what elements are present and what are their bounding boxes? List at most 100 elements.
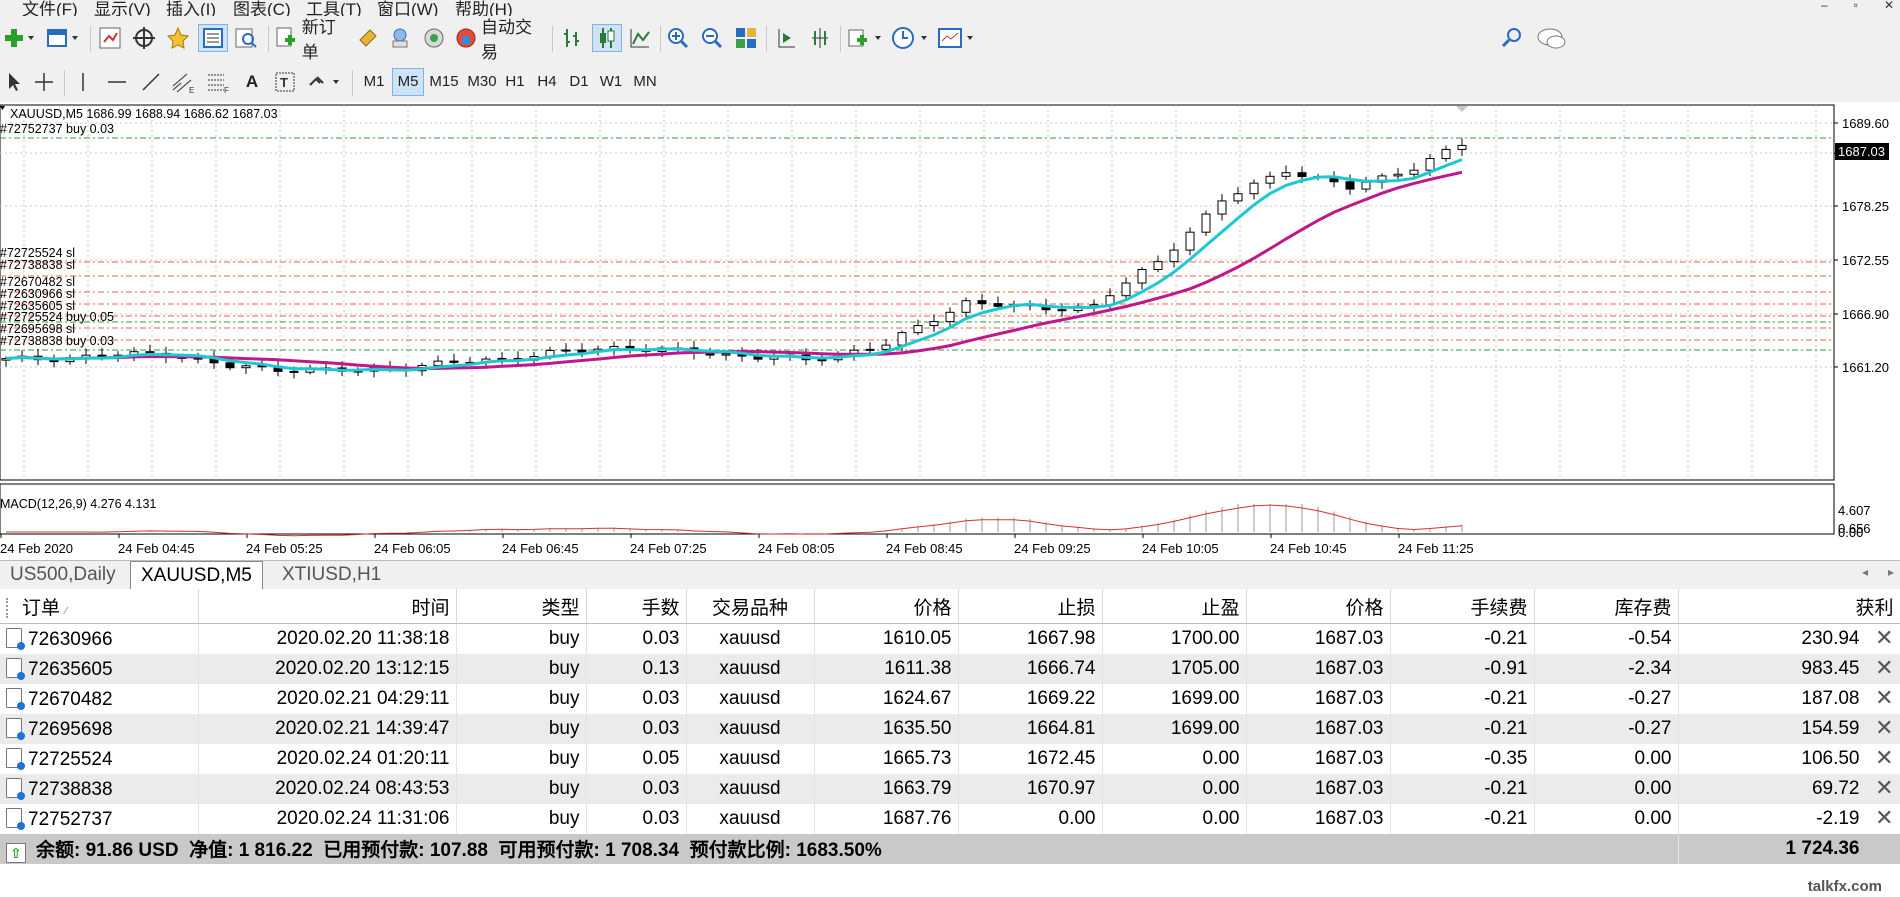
cell-swap: -0.54 (1534, 623, 1679, 654)
equidistant-channel-button[interactable]: E (170, 68, 198, 96)
strategy-tester-button[interactable] (232, 24, 260, 52)
timeframe-d1[interactable]: D1 (564, 68, 594, 96)
vertical-line-button[interactable] (72, 68, 94, 96)
tab-us500-daily[interactable]: US500,Daily (0, 561, 126, 589)
search-button[interactable] (1498, 24, 1526, 52)
data-window-button[interactable] (130, 24, 158, 52)
col-sl[interactable]: 止损 (958, 589, 1103, 624)
table-row[interactable]: 72630966 2020.02.20 11:38:18 buy 0.03 xauusd… (0, 623, 1900, 654)
close-position-icon[interactable]: ✕ (1875, 747, 1893, 769)
templates-button[interactable] (936, 24, 978, 52)
close-position-icon[interactable]: ✕ (1875, 657, 1893, 679)
profiles-button[interactable] (44, 24, 82, 52)
menu-view[interactable]: 显示(V) (94, 0, 151, 16)
periods-button[interactable] (890, 24, 932, 52)
price-chart[interactable]: #72725524 sl#72738838 sl#72670482 sl#726… (0, 102, 1900, 560)
crosshair-button[interactable] (32, 68, 56, 96)
autoscroll-button[interactable] (772, 24, 800, 52)
zoom-in-button[interactable] (664, 24, 692, 52)
scroll-right-icon[interactable]: ▸ (1888, 565, 1894, 579)
timeframe-m5[interactable]: M5 (392, 68, 424, 96)
table-row[interactable]: 72752737 2020.02.24 11:31:06 buy 0.03 xauusd… (0, 804, 1900, 834)
col-swap[interactable]: 库存费 (1534, 589, 1679, 624)
col-symbol[interactable]: 交易品种 (686, 589, 815, 624)
horizontal-line-button[interactable] (104, 68, 130, 96)
close-icon[interactable]: ✕ (1884, 0, 1894, 12)
menu-file[interactable]: 文件(F) (22, 0, 78, 16)
metaeditor-button[interactable] (354, 24, 382, 52)
indicators-button[interactable] (846, 24, 886, 52)
text-button[interactable]: A (240, 68, 264, 96)
candlestick-button[interactable] (592, 24, 622, 52)
table-row[interactable]: 72670482 2020.02.21 04:29:11 buy 0.03 xauusd… (0, 684, 1900, 714)
chat-button[interactable] (1534, 24, 1568, 52)
signals-button[interactable] (386, 24, 414, 52)
timeframe-m30[interactable]: M30 (464, 68, 500, 96)
cell-time: 2020.02.21 14:39:47 (198, 714, 457, 744)
col-tp[interactable]: 止盈 (1102, 589, 1247, 624)
new-chart-button[interactable] (2, 24, 38, 52)
close-position-icon[interactable]: ✕ (1875, 777, 1893, 799)
market-watch-button[interactable] (96, 24, 124, 52)
timeframe-h1[interactable]: H1 (500, 68, 530, 96)
tile-windows-button[interactable] (732, 24, 760, 52)
timeframe-m15[interactable]: M15 (426, 68, 462, 96)
bar-chart-button[interactable] (558, 24, 586, 52)
close-position-icon[interactable]: ✕ (1875, 807, 1893, 829)
profit-value: 187.08 (1801, 688, 1860, 709)
order-icon (6, 657, 25, 680)
table-row[interactable]: 72635605 2020.02.20 13:12:15 buy 0.13 xauusd… (0, 654, 1900, 684)
sort-icon: ⁄ (65, 605, 67, 617)
arrows-button[interactable] (306, 68, 346, 96)
close-position-icon[interactable]: ✕ (1875, 717, 1893, 739)
table-row[interactable]: 72725524 2020.02.24 01:20:11 buy 0.05 xauusd… (0, 744, 1900, 774)
line-chart-button[interactable] (626, 24, 654, 52)
timeframe-mn[interactable]: MN (628, 68, 662, 96)
timeframe-w1[interactable]: W1 (596, 68, 626, 96)
timeframe-m1[interactable]: M1 (358, 68, 390, 96)
navigator-button[interactable] (164, 24, 192, 52)
standard-toolbar: 新订单 自动交易 (0, 16, 1900, 62)
col-type[interactable]: 类型 (456, 589, 587, 624)
vps-button[interactable] (420, 24, 448, 52)
text-label-button[interactable]: T (272, 68, 298, 96)
col-time[interactable]: 时间 (198, 589, 457, 624)
order-level-label: #72738838 buy 0.03 (0, 334, 114, 348)
chart-window[interactable]: #72725524 sl #72738838 sl #72670482 sl #726… (0, 102, 1900, 560)
menu-charts[interactable]: 图表(C) (233, 0, 291, 16)
cell-type: buy (456, 804, 587, 834)
close-position-icon[interactable]: ✕ (1875, 627, 1893, 649)
cursor-button[interactable] (2, 68, 26, 96)
timeframe-h4[interactable]: H4 (532, 68, 562, 96)
tab-xtiusd-h1[interactable]: XTIUSD,H1 (272, 561, 391, 589)
cell-price: 1687.03 (1246, 684, 1391, 714)
col-profit[interactable]: 获利 (1678, 589, 1900, 624)
minimize-icon[interactable]: ‒ (1821, 0, 1828, 12)
trendline-button[interactable] (138, 68, 164, 96)
tab-xauusd-m5[interactable]: XAUUSD,M5 (130, 561, 263, 590)
menu-window[interactable]: 窗口(W) (377, 0, 438, 16)
zoom-out-button[interactable] (698, 24, 726, 52)
auto-trading-button[interactable]: 自动交易 (454, 18, 546, 62)
menu-insert[interactable]: 插入(I) (166, 0, 216, 16)
col-open-price[interactable]: 价格 (814, 589, 959, 624)
close-position-icon[interactable]: ✕ (1875, 687, 1893, 709)
col-order[interactable]: 订单 ⁄ (0, 589, 199, 624)
candle-body (929, 321, 939, 327)
terminal-button[interactable] (198, 24, 228, 52)
col-price[interactable]: 价格 (1246, 589, 1391, 624)
chart-shift-button[interactable] (806, 24, 834, 52)
strategy-tester-icon (235, 28, 257, 48)
cell-volume: 0.03 (586, 804, 687, 834)
col-volume[interactable]: 手数 (586, 589, 687, 624)
new-order-button[interactable]: 新订单 (274, 18, 352, 62)
fibonacci-button[interactable]: F (204, 68, 232, 96)
scroll-left-icon[interactable]: ◂ (1862, 565, 1868, 579)
col-commission[interactable]: 手续费 (1390, 589, 1535, 624)
restore-icon[interactable]: ▫ (1854, 0, 1858, 12)
table-row[interactable]: 72738838 2020.02.24 08:43:53 buy 0.03 xauusd… (0, 774, 1900, 804)
candle-body (897, 332, 907, 346)
macd-tick-label: 0.00 (1838, 525, 1863, 540)
table-row[interactable]: 72695698 2020.02.21 14:39:47 buy 0.03 xauusd… (0, 714, 1900, 744)
cell-symbol: xauusd (686, 623, 815, 654)
